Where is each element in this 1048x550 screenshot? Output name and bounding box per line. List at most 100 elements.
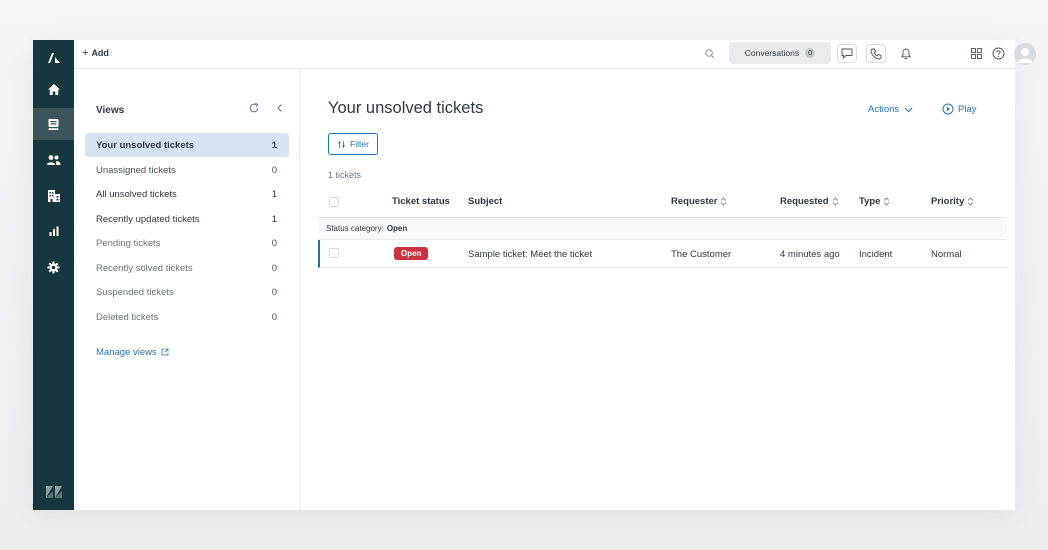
content-area: + Add Conversations 0 Views Your unsolve… bbox=[74, 40, 1036, 510]
column-header-requester[interactable]: Requester bbox=[671, 196, 727, 207]
search-icon[interactable] bbox=[704, 48, 716, 60]
zendesk-logo-icon[interactable] bbox=[33, 46, 74, 70]
row-checkbox[interactable] bbox=[329, 248, 339, 258]
filter-sliders-icon bbox=[337, 140, 346, 149]
notifications-button[interactable] bbox=[896, 44, 916, 63]
grid-icon bbox=[970, 48, 982, 59]
nav-views[interactable] bbox=[33, 108, 74, 140]
view-item-label: Recently solved tickets bbox=[96, 262, 193, 274]
column-header-label: Requested bbox=[780, 196, 829, 207]
view-item-count: 1 bbox=[271, 188, 277, 200]
conversations-button[interactable]: Conversations 0 bbox=[729, 42, 831, 64]
conversations-count-badge: 0 bbox=[805, 48, 816, 58]
filter-button[interactable]: Filter bbox=[328, 133, 378, 155]
refresh-icon[interactable] bbox=[248, 102, 260, 114]
nav-organizations[interactable] bbox=[33, 180, 74, 212]
chevron-left-icon[interactable] bbox=[274, 102, 286, 114]
products-button[interactable] bbox=[966, 44, 986, 63]
reporting-icon bbox=[48, 225, 60, 237]
view-item-deleted[interactable]: Deleted tickets 0 bbox=[85, 305, 289, 329]
view-item-label: Suspended tickets bbox=[96, 286, 174, 298]
ticket-priority: Normal bbox=[931, 249, 962, 260]
actions-dropdown[interactable]: Actions bbox=[868, 104, 913, 115]
add-label: Add bbox=[91, 48, 109, 58]
play-label: Play bbox=[958, 103, 977, 115]
views-title: Views bbox=[96, 105, 125, 116]
nav-customers[interactable] bbox=[33, 144, 74, 176]
chat-bubble-icon bbox=[841, 48, 853, 59]
views-panel: Views Your unsolved tickets 1 Unassigned… bbox=[74, 69, 300, 510]
conversations-label: Conversations bbox=[744, 48, 800, 58]
sort-icon bbox=[967, 197, 974, 206]
view-item-your-unsolved[interactable]: Your unsolved tickets 1 bbox=[85, 133, 289, 157]
external-link-icon bbox=[161, 348, 169, 356]
view-item-count: 0 bbox=[271, 286, 277, 298]
ticket-type: Incident bbox=[859, 249, 893, 260]
admin-gear-icon bbox=[47, 261, 60, 274]
ticket-requested: 4 minutes ago bbox=[780, 249, 840, 260]
view-item-label: Unassigned tickets bbox=[96, 164, 176, 176]
column-header-label: Ticket status bbox=[392, 196, 450, 207]
sort-icon bbox=[720, 197, 727, 206]
view-item-label: All unsolved tickets bbox=[96, 188, 177, 200]
view-item-recently-updated[interactable]: Recently updated tickets 1 bbox=[85, 207, 289, 231]
phone-icon bbox=[870, 48, 882, 60]
column-header-type[interactable]: Type bbox=[859, 196, 890, 207]
nav-home[interactable] bbox=[33, 73, 74, 105]
group-row-status-category: Status category: Open bbox=[318, 218, 1007, 240]
add-button[interactable]: + Add bbox=[82, 47, 109, 59]
view-item-pending[interactable]: Pending tickets 0 bbox=[85, 231, 289, 255]
sort-icon bbox=[883, 197, 890, 206]
view-item-recently-solved[interactable]: Recently solved tickets 0 bbox=[85, 256, 289, 280]
user-avatar-icon bbox=[1014, 43, 1036, 65]
view-item-count: 1 bbox=[271, 139, 277, 151]
view-item-unassigned[interactable]: Unassigned tickets 0 bbox=[85, 158, 289, 182]
group-prefix: Status category: bbox=[326, 224, 384, 233]
view-item-suspended[interactable]: Suspended tickets 0 bbox=[85, 280, 289, 304]
select-all-checkbox[interactable] bbox=[329, 197, 339, 207]
ticket-requester: The Customer bbox=[671, 249, 732, 260]
view-item-label: Your unsolved tickets bbox=[96, 139, 195, 151]
manage-views-link[interactable]: Manage views bbox=[96, 347, 169, 358]
view-item-label: Recently updated tickets bbox=[96, 213, 200, 225]
view-item-count: 0 bbox=[271, 262, 277, 274]
play-icon bbox=[942, 103, 954, 115]
nav-admin[interactable] bbox=[33, 251, 74, 283]
manage-views-label: Manage views bbox=[96, 347, 157, 358]
user-avatar[interactable] bbox=[1014, 43, 1036, 65]
view-item-count: 1 bbox=[271, 213, 277, 225]
view-item-count: 0 bbox=[271, 311, 277, 323]
page-title: Your unsolved tickets bbox=[328, 99, 484, 117]
chevron-down-icon bbox=[904, 107, 913, 113]
column-header-label: Priority bbox=[931, 196, 965, 207]
column-header-requested[interactable]: Requested bbox=[780, 196, 839, 207]
column-header-subject: Subject bbox=[468, 196, 502, 207]
phone-button[interactable] bbox=[866, 44, 886, 63]
ticket-count: 1 tickets bbox=[328, 170, 362, 180]
plus-icon: + bbox=[82, 47, 89, 59]
home-icon bbox=[47, 83, 61, 96]
views-icon bbox=[47, 118, 60, 131]
help-button[interactable] bbox=[988, 44, 1008, 63]
chat-button[interactable] bbox=[837, 44, 857, 63]
column-header-label: Subject bbox=[468, 196, 503, 207]
zendesk-products-icon[interactable] bbox=[33, 482, 74, 502]
help-icon bbox=[992, 47, 1005, 60]
filter-label: Filter bbox=[350, 139, 369, 149]
bell-icon bbox=[900, 48, 912, 60]
table-row[interactable]: Open Sample ticket: Meet the ticket The … bbox=[318, 240, 1007, 268]
app-window: + Add Conversations 0 Views Your unsolve… bbox=[33, 40, 1036, 510]
view-item-label: Pending tickets bbox=[96, 237, 161, 249]
group-value: Open bbox=[386, 224, 408, 233]
ticket-subject: Sample ticket: Meet the ticket bbox=[468, 249, 593, 260]
column-header-priority[interactable]: Priority bbox=[931, 196, 974, 207]
nav-reporting[interactable] bbox=[33, 215, 74, 247]
view-item-count: 0 bbox=[271, 237, 277, 249]
play-button[interactable]: Play bbox=[942, 103, 976, 115]
ticket-list-panel: Your unsolved tickets Actions Play Filte… bbox=[300, 69, 1015, 510]
sort-icon bbox=[832, 197, 839, 206]
customers-icon bbox=[46, 154, 61, 166]
view-item-all-unsolved[interactable]: All unsolved tickets 1 bbox=[85, 182, 289, 206]
actions-label: Actions bbox=[868, 104, 900, 115]
status-badge: Open bbox=[394, 247, 429, 260]
